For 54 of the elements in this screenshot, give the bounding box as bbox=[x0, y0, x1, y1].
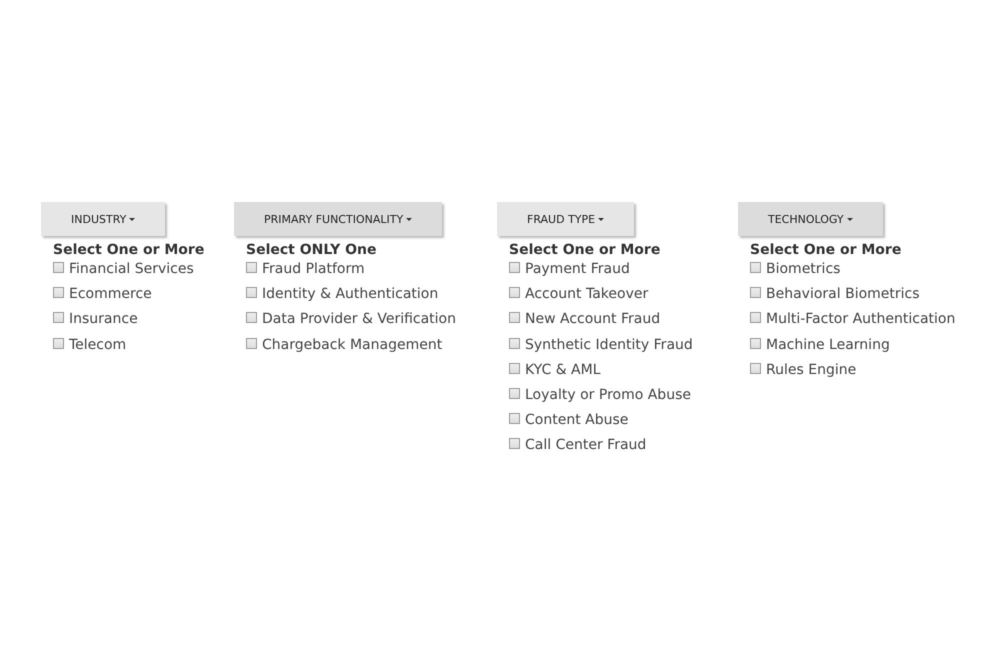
filter-heading: Select ONLY One bbox=[246, 242, 378, 258]
option-label[interactable]: Data Provider & Verification bbox=[262, 310, 456, 328]
option-label[interactable]: New Account Fraud bbox=[525, 310, 660, 328]
dropdown-button[interactable]: PRIMARY FUNCTIONALITY bbox=[234, 202, 442, 236]
checkbox[interactable] bbox=[750, 262, 761, 273]
checkbox[interactable] bbox=[246, 262, 257, 273]
option-label[interactable]: Machine Learning bbox=[766, 336, 890, 354]
checkbox[interactable] bbox=[509, 362, 520, 374]
caret-icon bbox=[598, 218, 604, 220]
caret-icon bbox=[406, 218, 412, 220]
checkbox[interactable] bbox=[750, 312, 761, 324]
checkbox[interactable] bbox=[509, 338, 520, 349]
checkbox[interactable] bbox=[53, 338, 64, 349]
option-label[interactable]: Payment Fraud bbox=[525, 260, 630, 278]
option-label[interactable]: Behavioral Biometrics bbox=[766, 285, 920, 304]
checkbox[interactable] bbox=[509, 312, 520, 324]
checkbox[interactable] bbox=[246, 338, 257, 349]
option-label[interactable]: Telecom bbox=[69, 336, 126, 354]
option-label[interactable]: Content Abuse bbox=[525, 411, 628, 430]
option-label[interactable]: Multi-Factor Authentication bbox=[766, 310, 956, 328]
option-label[interactable]: Biometrics bbox=[766, 260, 840, 278]
option-label[interactable]: Loyalty or Promo Abuse bbox=[525, 386, 691, 404]
dropdown-button[interactable]: INDUSTRY bbox=[41, 202, 166, 236]
checkbox[interactable] bbox=[246, 287, 257, 298]
caret-icon bbox=[846, 218, 853, 220]
option-label[interactable]: Rules Engine bbox=[766, 360, 856, 379]
option-label[interactable]: Ecommerce bbox=[69, 285, 152, 304]
filter-heading: Select One or More bbox=[750, 242, 902, 258]
checkbox[interactable] bbox=[750, 362, 761, 374]
option-label[interactable]: Call Center Fraud bbox=[525, 436, 646, 454]
option-label[interactable]: KYC & AML bbox=[525, 360, 601, 379]
checkbox[interactable] bbox=[53, 312, 64, 324]
checkbox[interactable] bbox=[509, 388, 520, 399]
checkbox[interactable] bbox=[509, 262, 520, 273]
option-label[interactable]: Chargeback Management bbox=[262, 336, 442, 354]
checkbox[interactable] bbox=[53, 287, 64, 298]
option-label[interactable]: Account Takeover bbox=[525, 285, 648, 304]
filter-heading: Select One or More bbox=[509, 242, 662, 258]
checkbox[interactable] bbox=[750, 287, 761, 298]
option-label[interactable]: Insurance bbox=[69, 310, 138, 328]
checkbox[interactable] bbox=[509, 438, 520, 450]
checkbox[interactable] bbox=[750, 338, 761, 349]
caret-icon bbox=[129, 218, 136, 220]
option-label[interactable]: Fraud Platform bbox=[262, 260, 365, 278]
checkbox[interactable] bbox=[246, 312, 257, 324]
checkbox[interactable] bbox=[509, 413, 520, 424]
checkbox[interactable] bbox=[509, 287, 520, 298]
option-label[interactable]: Synthetic Identity Fraud bbox=[525, 336, 693, 354]
dropdown-button[interactable]: FRAUD TYPE bbox=[497, 202, 634, 236]
dropdown-button[interactable]: TECHNOLOGY bbox=[738, 202, 883, 236]
checkbox[interactable] bbox=[53, 262, 64, 273]
option-label[interactable]: Financial Services bbox=[69, 260, 194, 278]
option-label[interactable]: Identity & Authentication bbox=[262, 285, 438, 304]
filter-heading: Select One or More bbox=[53, 242, 206, 258]
